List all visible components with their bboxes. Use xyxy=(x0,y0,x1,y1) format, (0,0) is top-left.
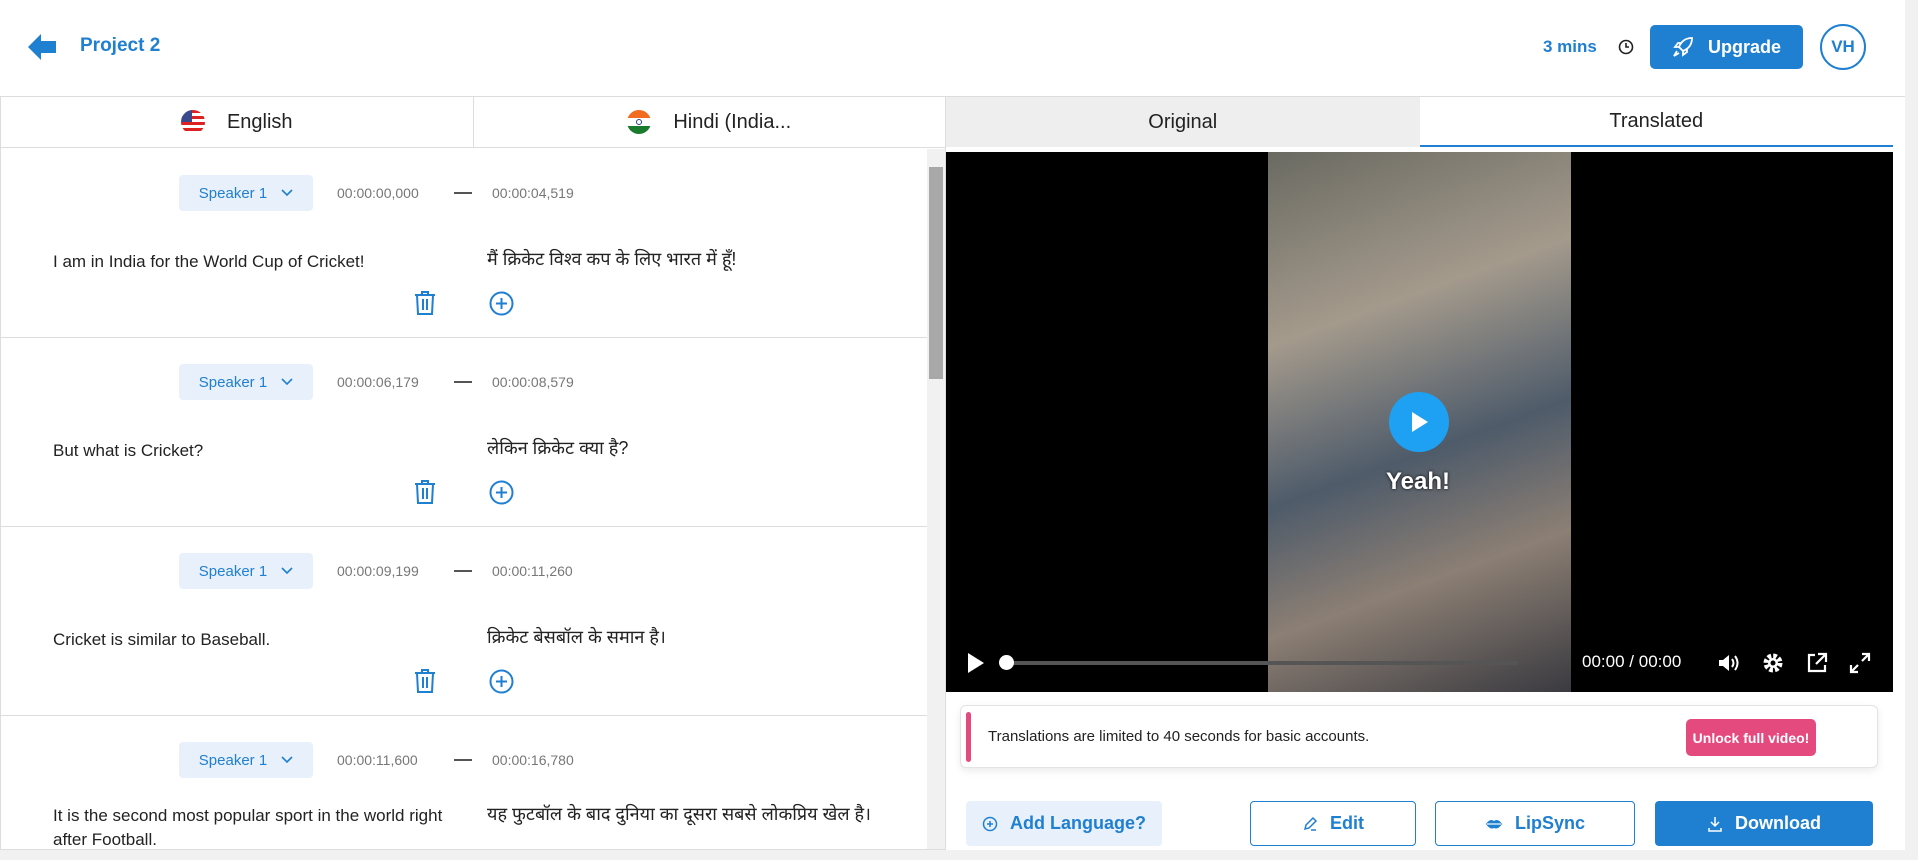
time-dash xyxy=(454,570,472,572)
header: Project 2 3 mins Upgrade VH xyxy=(0,0,1905,97)
chevron-down-icon xyxy=(281,567,293,575)
lips-icon xyxy=(1485,819,1502,828)
speaker-label: Speaker 1 xyxy=(198,184,268,202)
transcript-scrollbar[interactable] xyxy=(927,149,945,849)
speaker-label: Speaker 1 xyxy=(198,562,268,580)
trash-icon[interactable] xyxy=(413,479,437,505)
india-flag-icon xyxy=(627,110,652,134)
speaker-label: Speaker 1 xyxy=(198,373,268,391)
transcript-segment: Speaker 1 00:00:09,199 00:00:11,260 Cric… xyxy=(1,527,927,716)
add-segment-plus-circle-icon[interactable] xyxy=(489,669,514,694)
english-text[interactable]: I am in India for the World Cup of Crick… xyxy=(53,248,453,276)
lipsync-label: LipSync xyxy=(1514,813,1585,833)
scrollbar-thumb[interactable] xyxy=(929,167,943,379)
speaker-dropdown[interactable]: Speaker 1 xyxy=(179,742,313,778)
hindi-text[interactable]: यह फुटबॉल के बाद दुनिया का दूसरा सबसे लो… xyxy=(487,802,887,827)
start-time[interactable]: 00:00:00,000 xyxy=(337,185,419,201)
speaker-label: Speaker 1 xyxy=(198,751,268,769)
play-icon xyxy=(1412,412,1428,432)
chevron-down-icon xyxy=(281,189,293,197)
duration: 00:00 xyxy=(1638,652,1682,671)
start-time[interactable]: 00:00:06,179 xyxy=(337,374,419,390)
fullscreen-icon[interactable] xyxy=(1849,652,1871,674)
lipsync-button[interactable]: LipSync xyxy=(1435,801,1635,846)
download-button[interactable]: Download xyxy=(1655,801,1873,846)
speaker-dropdown[interactable]: Speaker 1 xyxy=(179,364,313,400)
trash-icon[interactable] xyxy=(413,668,437,694)
time-dash xyxy=(454,759,472,761)
current-time: 00:00 xyxy=(1582,652,1625,671)
progress-bar[interactable] xyxy=(1006,661,1518,665)
volume-icon[interactable] xyxy=(1718,653,1742,673)
play-overlay-button[interactable] xyxy=(1389,392,1449,452)
english-text[interactable]: But what is Cricket? xyxy=(53,437,453,465)
progress-knob[interactable] xyxy=(999,655,1014,670)
start-time[interactable]: 00:00:09,199 xyxy=(337,563,419,579)
hindi-text[interactable]: क्रिकेट बेसबॉल के समान है। xyxy=(487,622,887,652)
end-time[interactable]: 00:00:08,579 xyxy=(492,374,574,390)
unlock-full-video-button[interactable]: Unlock full video! xyxy=(1686,719,1816,756)
tab-original[interactable]: Original xyxy=(946,97,1420,147)
add-segment-plus-circle-icon[interactable] xyxy=(489,480,514,505)
rocket-icon xyxy=(1673,37,1693,57)
page-bottom-edge xyxy=(0,850,1905,860)
hindi-text[interactable]: मैं क्रिकेट विश्व कप के लिए भारत में हूँ… xyxy=(487,244,887,274)
download-icon xyxy=(1708,816,1722,832)
speaker-dropdown[interactable]: Speaker 1 xyxy=(179,553,313,589)
plus-circle-icon xyxy=(982,816,998,831)
upgrade-button[interactable]: Upgrade xyxy=(1650,25,1803,69)
pencil-icon xyxy=(1303,816,1318,831)
add-segment-plus-circle-icon[interactable] xyxy=(489,291,514,316)
end-time[interactable]: 00:00:11,260 xyxy=(492,563,573,579)
hindi-text[interactable]: लेकिन क्रिकेट क्या है? xyxy=(487,433,887,463)
start-time[interactable]: 00:00:11,600 xyxy=(337,752,418,768)
end-time[interactable]: 00:00:16,780 xyxy=(492,752,574,768)
transcript-segment: Speaker 1 00:00:11,600 00:00:16,780 It i… xyxy=(1,716,927,856)
transcript-panel: English Hindi (India... Speaker 1 00:00:… xyxy=(0,97,946,850)
time-dash xyxy=(454,381,472,383)
limit-message: Translations are limited to 40 seconds f… xyxy=(988,728,1370,745)
english-text[interactable]: It is the second most popular sport in t… xyxy=(53,804,453,852)
target-language-label: Hindi (India... xyxy=(673,110,792,133)
us-flag-icon xyxy=(180,110,205,134)
english-text[interactable]: Cricket is similar to Baseball. xyxy=(53,626,453,654)
video-player[interactable]: Yeah! 00:00 / 00:00 xyxy=(946,152,1893,692)
add-language-label: Add Language? xyxy=(1010,813,1146,833)
download-label: Download xyxy=(1735,813,1821,833)
minutes-remaining: 3 mins xyxy=(1543,37,1597,56)
edit-label: Edit xyxy=(1330,813,1364,833)
source-language-tab[interactable]: English xyxy=(1,97,474,147)
avatar[interactable]: VH xyxy=(1820,24,1866,70)
time-dash xyxy=(454,192,472,194)
play-icon[interactable] xyxy=(966,652,986,674)
popout-icon[interactable] xyxy=(1806,652,1828,674)
video-panel: Original Translated Yeah! 00:00 / 00:00 … xyxy=(946,97,1893,850)
add-language-button[interactable]: Add Language? xyxy=(966,801,1162,846)
source-language-label: English xyxy=(226,110,293,133)
back-arrow-icon[interactable] xyxy=(28,34,58,60)
speaker-dropdown[interactable]: Speaker 1 xyxy=(179,175,313,211)
tab-translated[interactable]: Translated xyxy=(1419,97,1893,147)
chevron-down-icon xyxy=(281,756,293,764)
end-time[interactable]: 00:00:04,519 xyxy=(492,185,574,201)
transcript-segment: Speaker 1 00:00:06,179 00:00:08,579 But … xyxy=(1,338,927,527)
edit-button[interactable]: Edit xyxy=(1250,801,1416,846)
chevron-down-icon xyxy=(281,378,293,386)
trash-icon[interactable] xyxy=(413,290,437,316)
target-language-tab[interactable]: Hindi (India... xyxy=(474,97,946,147)
settings-gear-icon[interactable] xyxy=(1762,652,1784,674)
time-separator: / xyxy=(1629,652,1635,671)
transcript-segment: Speaker 1 00:00:00,000 00:00:04,519 I am… xyxy=(1,149,927,338)
upgrade-label: Upgrade xyxy=(1707,36,1781,57)
limit-banner: Translations are limited to 40 seconds f… xyxy=(960,705,1878,768)
clock-icon xyxy=(1618,39,1634,55)
video-caption: Yeah! xyxy=(1386,468,1451,495)
page-scrollbar[interactable] xyxy=(1905,0,1918,860)
project-title: Project 2 xyxy=(80,35,161,56)
